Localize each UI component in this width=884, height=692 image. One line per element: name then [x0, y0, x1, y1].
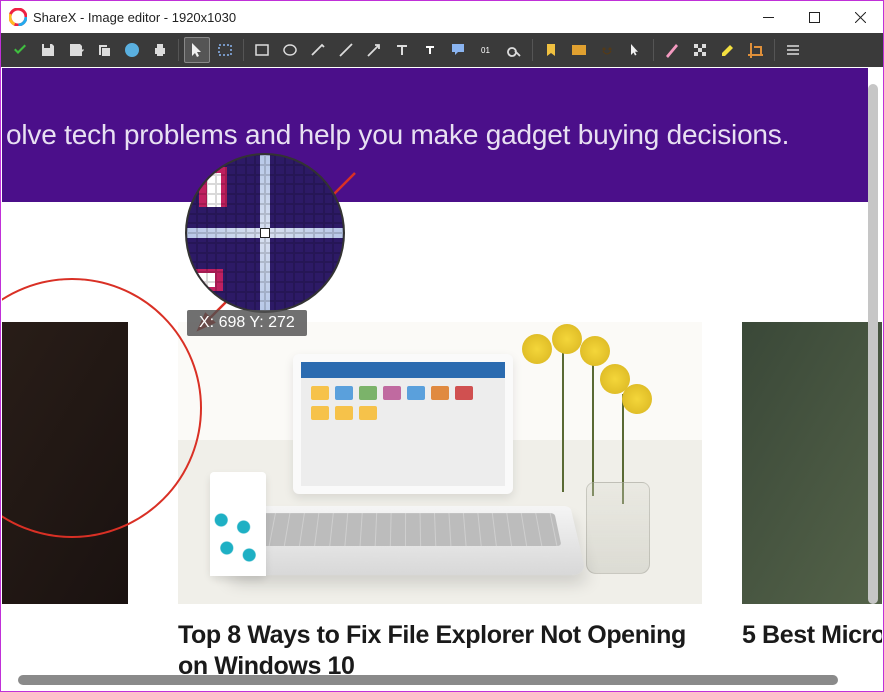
apply-icon[interactable]	[7, 37, 33, 63]
emoji-icon[interactable]	[594, 37, 620, 63]
close-button[interactable]	[837, 2, 883, 32]
save-icon[interactable]	[35, 37, 61, 63]
text-outline-icon[interactable]	[389, 37, 415, 63]
crop-icon[interactable]	[743, 37, 769, 63]
coordinate-readout: X: 698 Y: 272	[187, 310, 307, 336]
toolbar-separator	[774, 39, 775, 61]
vertical-scrollbar[interactable]	[866, 70, 880, 656]
upload-icon[interactable]	[119, 37, 145, 63]
blur-icon[interactable]	[659, 37, 685, 63]
window-title: ShareX - Image editor - 1920x1030	[33, 10, 236, 25]
annotation-ellipse[interactable]	[2, 278, 202, 538]
options-icon[interactable]	[780, 37, 806, 63]
canvas-area[interactable]: olve tech problems and help you make gad…	[2, 68, 882, 690]
article-headline: roid to	[2, 620, 128, 651]
rectangle-region-icon[interactable]	[212, 37, 238, 63]
arrow-icon[interactable]	[361, 37, 387, 63]
magnify-tool-icon[interactable]	[501, 37, 527, 63]
article-headline: 5 Best Microsoft Android	[742, 620, 882, 651]
step-counter-icon[interactable]: 01	[473, 37, 499, 63]
speech-bubble-icon[interactable]	[445, 37, 471, 63]
copy-icon[interactable]	[91, 37, 117, 63]
page-header-band: olve tech problems and help you make gad…	[2, 68, 868, 202]
text-box-icon[interactable]	[417, 37, 443, 63]
article-card: 5 Best Microsoft Android	[742, 322, 882, 651]
tagline-text: olve tech problems and help you make gad…	[2, 119, 789, 151]
freehand-draw-icon[interactable]	[305, 37, 331, 63]
highlight-icon[interactable]	[715, 37, 741, 63]
maximize-button[interactable]	[791, 2, 837, 32]
minimize-button[interactable]	[745, 2, 791, 32]
rectangle-draw-icon[interactable]	[249, 37, 275, 63]
toolbar-separator	[532, 39, 533, 61]
pixelate-icon[interactable]	[687, 37, 713, 63]
article-card: Top 8 Ways to Fix File Explorer Not Open…	[178, 322, 702, 683]
article-thumbnail	[178, 322, 702, 604]
cursor-select-icon[interactable]	[184, 37, 210, 63]
cursor-overlay-icon[interactable]	[622, 37, 648, 63]
title-bar: ShareX - Image editor - 1920x1030	[1, 1, 883, 33]
image-insert-icon[interactable]	[566, 37, 592, 63]
toolbar: 01	[1, 33, 883, 67]
article-thumbnail	[742, 322, 882, 604]
print-icon[interactable]	[147, 37, 173, 63]
toolbar-separator	[653, 39, 654, 61]
toolbar-separator	[243, 39, 244, 61]
save-as-icon[interactable]	[63, 37, 89, 63]
toolbar-separator	[178, 39, 179, 61]
ellipse-draw-icon[interactable]	[277, 37, 303, 63]
app-icon	[9, 8, 27, 26]
svg-text:01: 01	[481, 46, 490, 55]
horizontal-scrollbar[interactable]	[18, 674, 858, 686]
sticker-icon[interactable]	[538, 37, 564, 63]
line-icon[interactable]	[333, 37, 359, 63]
magnifier-lens[interactable]	[185, 153, 345, 313]
